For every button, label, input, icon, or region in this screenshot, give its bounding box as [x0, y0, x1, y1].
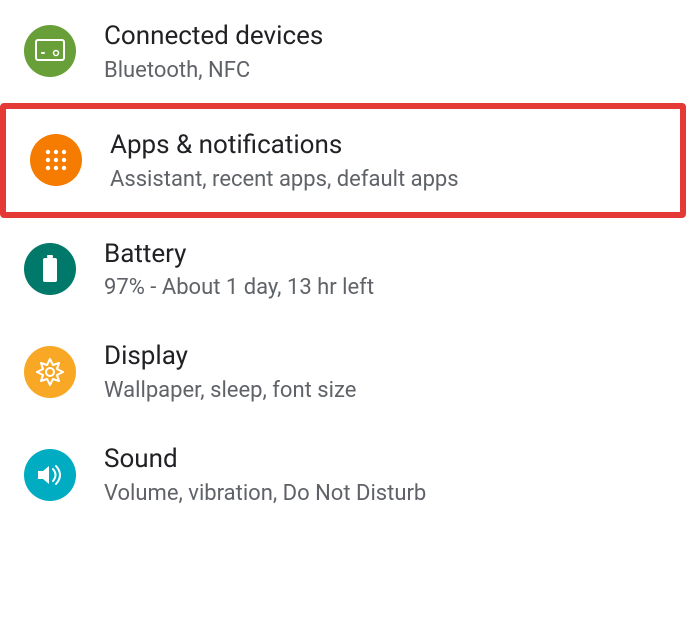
display-icon: [24, 346, 76, 398]
settings-item-battery[interactable]: Battery 97% - About 1 day, 13 hr left: [0, 218, 686, 321]
item-text: Battery 97% - About 1 day, 13 hr left: [104, 238, 374, 301]
item-subtitle: Bluetooth, NFC: [104, 58, 323, 83]
item-title: Sound: [104, 443, 426, 477]
item-subtitle: Volume, vibration, Do Not Disturb: [104, 481, 426, 506]
item-text: Display Wallpaper, sleep, font size: [104, 340, 356, 403]
battery-icon: [24, 243, 76, 295]
item-subtitle: 97% - About 1 day, 13 hr left: [104, 275, 374, 300]
settings-item-sound[interactable]: Sound Volume, vibration, Do Not Disturb: [0, 423, 686, 526]
apps-icon: [30, 134, 82, 186]
item-text: Apps & notifications Assistant, recent a…: [110, 129, 459, 192]
item-text: Sound Volume, vibration, Do Not Disturb: [104, 443, 426, 506]
connected-devices-icon: [24, 25, 76, 77]
item-title: Display: [104, 340, 356, 374]
item-title: Connected devices: [104, 20, 323, 54]
settings-list: Connected devices Bluetooth, NFC Apps & …: [0, 0, 686, 526]
item-subtitle: Assistant, recent apps, default apps: [110, 167, 459, 192]
sound-icon: [24, 449, 76, 501]
item-text: Connected devices Bluetooth, NFC: [104, 20, 323, 83]
settings-item-apps-notifications[interactable]: Apps & notifications Assistant, recent a…: [0, 103, 686, 218]
settings-item-connected-devices[interactable]: Connected devices Bluetooth, NFC: [0, 0, 686, 103]
item-title: Battery: [104, 238, 374, 272]
item-subtitle: Wallpaper, sleep, font size: [104, 378, 356, 403]
settings-item-display[interactable]: Display Wallpaper, sleep, font size: [0, 320, 686, 423]
item-title: Apps & notifications: [110, 129, 459, 163]
